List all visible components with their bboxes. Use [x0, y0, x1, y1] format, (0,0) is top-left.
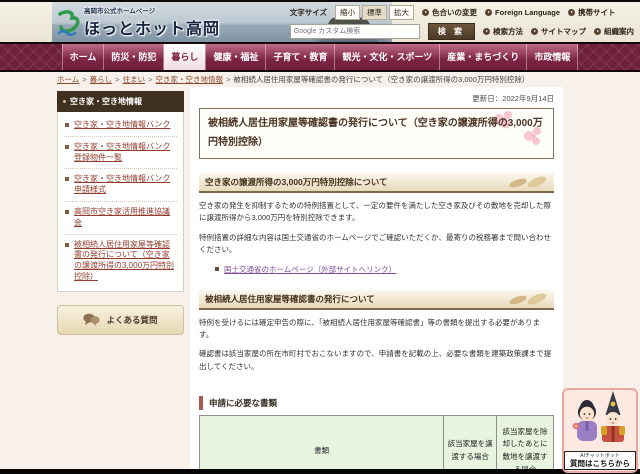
- section-heading-certificate-issuance: 被相続人居住用家屋等確認書の発行について: [199, 289, 554, 310]
- table-heading-required-documents: 申請に必要な書類: [199, 396, 554, 410]
- search-help-link[interactable]: 検索方法: [483, 26, 523, 37]
- arrow-bullet-icon: [568, 9, 576, 16]
- speech-bubbles-icon: [83, 313, 101, 327]
- breadcrumb-home[interactable]: ホーム: [57, 75, 79, 84]
- search-button[interactable]: 検 索: [427, 23, 475, 40]
- font-size-standard-button[interactable]: 標準: [362, 5, 388, 20]
- mascot-characters-icon: [572, 391, 625, 442]
- arrow-bullet-icon: [422, 9, 430, 16]
- breadcrumb-housing[interactable]: 住まい: [123, 75, 146, 84]
- utility-row-2: 検 索 検索方法 サイトマップ 組織案内: [289, 23, 634, 40]
- mlit-external-link[interactable]: 国土交通省のホームページ（外部サイトへリンク）: [224, 265, 396, 274]
- mobile-site-link[interactable]: 携帯サイト: [568, 7, 616, 18]
- takaoka-logo-icon: [57, 9, 80, 36]
- breadcrumb-vacant-house-info[interactable]: 空き家・空き地情報: [155, 75, 223, 84]
- browser-page: 高岡市公式ホームページ ほっとホット高岡 文字サイズ 縮小 標準 拡大 色合いの…: [0, 0, 640, 474]
- sitemap-link[interactable]: サイトマップ: [531, 26, 586, 37]
- column-header-transfer-land: 該当家屋を除却したあとに敷地を譲渡する場合: [496, 415, 554, 474]
- sidebar-menu: 空き家・空き地情報 空き家・空き地情報バンク 空き家・空き地情報バンク登録物件一…: [57, 91, 184, 292]
- font-size-label: 文字サイズ: [289, 8, 328, 17]
- breadcrumb: ホーム > 暮らし > 住まい > 空き家・空き地情報 > 被相続人居住用家屋等確認書の発行につ…: [57, 75, 530, 84]
- organization-link[interactable]: 組織案内: [594, 26, 634, 37]
- external-link-list: 国土交通省のホームページ（外部サイトへリンク）: [215, 264, 554, 276]
- paragraph-deduction-overview: 空き家の発生を抑制するための特例措置として、一定の要件を満たした空き家及びその敷…: [199, 201, 551, 223]
- sidebar-menu-title: 空き家・空き地情報: [57, 91, 184, 112]
- sidebar: 空き家・空き地情報 空き家・空き地情報バンク 空き家・空き地情報バンク登録物件一…: [57, 91, 184, 335]
- arrow-bullet-icon: [594, 28, 601, 35]
- site-logo[interactable]: 高岡市公式ホームページ ほっとホット高岡: [56, 5, 220, 39]
- required-documents-table: 書類 該当家屋を譲渡する場合 該当家屋を除却したあとに敷地を譲渡する場合 被相続…: [198, 415, 554, 474]
- header-utilities: 文字サイズ 縮小 標準 拡大 色合いの変更 Foreign Language 携…: [289, 5, 634, 40]
- search-input[interactable]: [289, 24, 420, 39]
- color-scheme-link[interactable]: 色合いの変更: [422, 7, 477, 18]
- sidebar-item-bank: 空き家・空き地情報バンク: [64, 115, 177, 137]
- nav-item-tourism-culture-sports[interactable]: 観光・文化・スポーツ: [334, 44, 439, 70]
- nav-item-living[interactable]: 暮らし: [163, 44, 206, 70]
- nav-item-industry[interactable]: 産業・まちづくり: [439, 44, 526, 70]
- nav-item-childcare-education[interactable]: 子育て・教育: [265, 44, 334, 70]
- nav-item-health-welfare[interactable]: 健康・福祉: [205, 44, 265, 70]
- site-header: 高岡市公式ホームページ ほっとホット高岡 文字サイズ 縮小 標準 拡大 色合いの…: [0, 2, 640, 42]
- bottom-border: [0, 469, 640, 474]
- nav-item-disaster[interactable]: 防災・防犯: [103, 44, 163, 70]
- nav-item-city-government[interactable]: 市政情報: [526, 44, 579, 70]
- list-item: 国土交通省のホームページ（外部サイトへリンク）: [215, 264, 554, 276]
- updated-date: 更新日：2022年9月14日: [472, 94, 554, 103]
- utility-row-1: 文字サイズ 縮小 標準 拡大 色合いの変更 Foreign Language 携…: [290, 5, 616, 20]
- sidebar-item-confirmation-certificate: 被相続人居住用家屋等確認書の発行について（空き家の譲渡所得の3,000万円特別控…: [64, 235, 177, 288]
- leaf-decoration: [509, 176, 547, 188]
- paragraph-deduction-details: 特例措置の詳細な内容は国土交通省のホームページでご確認いただくか、最寄りの税務署…: [199, 232, 551, 255]
- sidebar-item-utilization-council: 高岡市空き家活用推進協議会: [64, 202, 177, 235]
- arrow-bullet-icon: [531, 28, 538, 35]
- table-header-row: 書類 該当家屋を譲渡する場合 該当家屋を除却したあとに敷地を譲渡する場合: [198, 415, 554, 474]
- column-header-transfer-house: 該当家屋を譲渡する場合: [443, 415, 498, 474]
- leaf-decoration: [509, 293, 547, 304]
- foreign-language-link[interactable]: Foreign Language: [485, 8, 560, 17]
- page-title: 被相続人居住用家屋等確認書の発行について（空き家の譲渡所得の3,000万円特別控…: [199, 108, 554, 159]
- main-content: 更新日：2022年9月14日 被相続人居住用家屋等確認書の発行について（空き家の…: [190, 87, 563, 474]
- global-navigation: ホーム 防災・防犯 暮らし 健康・福祉 子育て・教育 観光・文化・スポーツ 産業…: [0, 44, 640, 72]
- column-header-document: 書類: [198, 415, 445, 474]
- section-heading-special-deduction: 空き家の譲渡所得の3,000万円特別控除について: [199, 173, 554, 193]
- font-size-switcher: 縮小 標準 拡大: [335, 5, 415, 20]
- breadcrumb-living[interactable]: 暮らし: [90, 75, 113, 84]
- sakura-decoration: [494, 111, 541, 145]
- font-size-large-button[interactable]: 拡大: [389, 5, 415, 20]
- paragraph-certificate-requirement: 特例を受けるには確定申告の際に、「被相続人居住用家屋等確認書」等の書類を提出する…: [199, 317, 541, 339]
- faq-button[interactable]: よくある質問: [57, 304, 184, 335]
- sidebar-item-bank-listings: 空き家・空き地情報バンク登録物件一覧: [64, 137, 177, 170]
- arrow-bullet-icon: [483, 28, 490, 35]
- arrow-bullet-icon: [485, 9, 493, 16]
- site-title: ほっとホット高岡: [84, 21, 221, 38]
- sidebar-item-bank-application-forms: 空き家・空き地情報バンク申請様式: [64, 169, 177, 202]
- font-size-small-button[interactable]: 縮小: [335, 5, 361, 20]
- nav-item-home[interactable]: ホーム: [61, 44, 104, 70]
- breadcrumb-current-page: 被相続人居住用家屋等確認書の発行について（空き家の譲渡所得の3,000万円特別控…: [233, 75, 530, 84]
- content-area: 空き家・空き地情報 空き家・空き地情報バンク 空き家・空き地情報バンク登録物件一…: [0, 87, 640, 474]
- ai-chatbot-widget[interactable]: AIチャットボット 質問はこちらから: [562, 388, 638, 473]
- chatbot-label[interactable]: AIチャットボット 質問はこちらから: [564, 450, 636, 470]
- paragraph-certificate-submission: 確認書は該当家屋の所在市町村でおこないますので、申請書を記載の上、必要な書類を建…: [199, 349, 552, 371]
- site-subtitle: 高岡市公式ホームページ: [84, 8, 156, 15]
